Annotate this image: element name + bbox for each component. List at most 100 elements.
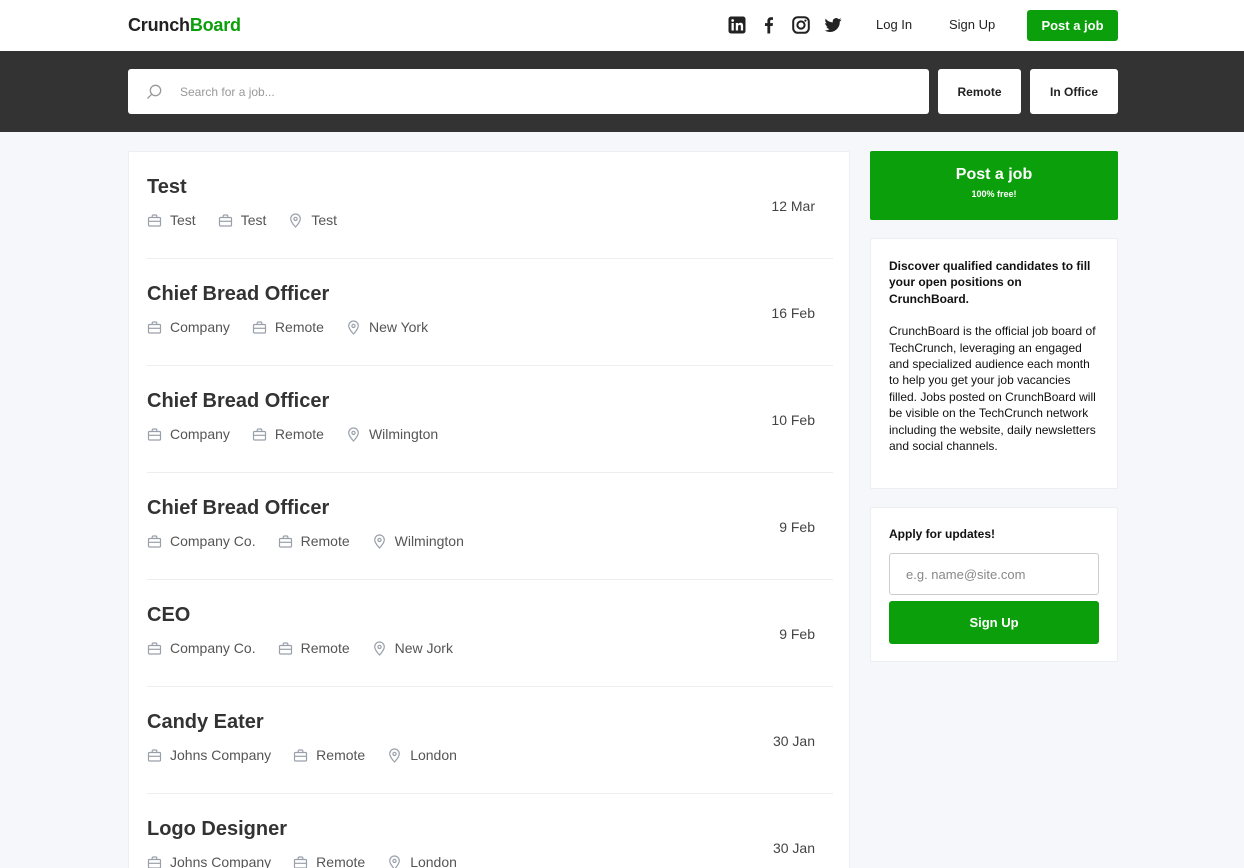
job-date: 9 Feb (779, 519, 815, 535)
job-company-label: Company Co. (170, 640, 256, 656)
location-pin-icon (387, 747, 410, 763)
job-row[interactable]: Chief Bread Officer Company Remote Wilmingt… (147, 366, 833, 473)
twitter-icon[interactable] (824, 16, 842, 34)
job-location: New Jork (372, 640, 453, 656)
job-location-label: Wilmington (368, 426, 439, 442)
job-row[interactable]: Logo Designer Johns Company Remote London 30… (147, 794, 833, 868)
job-company-label: Johns Company (170, 854, 272, 868)
job-company: Company Co. (147, 640, 256, 656)
search-bar: Remote In Office (0, 51, 1244, 132)
updates-title: Apply for updates! (889, 527, 996, 541)
briefcase-icon (293, 855, 316, 868)
job-meta: Company Remote Wilmington (147, 426, 460, 442)
job-row[interactable]: CEO Company Co. Remote New Jork 9 Feb (147, 580, 833, 687)
job-meta: Company Co. Remote New Jork (147, 640, 475, 656)
job-location: New York (346, 319, 428, 335)
briefcase-icon (147, 534, 170, 549)
job-type-label: Remote (300, 533, 350, 549)
job-row[interactable]: Candy Eater Johns Company Remote London 30 J… (147, 687, 833, 794)
post-job-button[interactable]: Post a job (1027, 10, 1118, 41)
job-type-label: Remote (316, 747, 366, 763)
job-location-label: London (410, 854, 457, 868)
post-job-subtitle: 100% free! (971, 189, 1017, 199)
job-location: Wilmington (346, 426, 438, 442)
job-location: Wilmington (372, 533, 464, 549)
location-pin-icon (387, 854, 410, 868)
info-card: Discover qualified candidates to fill yo… (870, 238, 1118, 489)
job-title[interactable]: Logo Designer (147, 818, 287, 841)
instagram-icon[interactable] (792, 16, 810, 34)
briefcase-icon (147, 320, 170, 335)
email-field[interactable] (889, 553, 1099, 595)
post-job-title: Post a job (955, 166, 1033, 183)
logo-text-crunch: Crunch (128, 15, 190, 35)
location-pin-icon (346, 319, 369, 335)
top-nav: CrunchBoard Log In Sign Up Post a job (0, 0, 1244, 51)
crunchboard-logo[interactable]: CrunchBoard (128, 15, 241, 36)
job-date: 12 Mar (771, 198, 815, 214)
job-location-label: New Jork (394, 640, 453, 656)
job-type: Remote (252, 426, 324, 442)
job-type: Test (218, 212, 267, 228)
job-title[interactable]: CEO (147, 604, 190, 627)
signup-link[interactable]: Sign Up (949, 17, 995, 32)
search-box (128, 69, 929, 114)
job-meta: Johns Company Remote London (147, 854, 479, 868)
job-type-label: Remote (300, 640, 350, 656)
location-pin-icon (372, 533, 395, 549)
job-row[interactable]: Test Test Test Test 12 Mar (147, 152, 833, 259)
job-title[interactable]: Chief Bread Officer (147, 497, 329, 520)
briefcase-icon (278, 641, 301, 656)
briefcase-icon (147, 427, 170, 442)
job-type: Remote (252, 319, 324, 335)
job-company-label: Company (170, 426, 230, 442)
job-type-label: Test (240, 212, 267, 228)
filter-remote-button[interactable]: Remote (938, 69, 1021, 114)
job-type-label: Remote (316, 854, 366, 868)
job-meta: Company Remote New York (147, 319, 450, 335)
location-pin-icon (372, 640, 395, 656)
job-company: Company (147, 426, 230, 442)
job-type: Remote (293, 747, 365, 763)
filter-in-office-button[interactable]: In Office (1030, 69, 1118, 114)
briefcase-icon (147, 855, 170, 868)
job-date: 30 Jan (772, 840, 815, 856)
job-type: Remote (278, 640, 350, 656)
briefcase-icon (218, 213, 241, 228)
job-type-label: Remote (274, 319, 324, 335)
info-body: CrunchBoard is the official job board of… (889, 324, 1096, 454)
post-job-card-button[interactable]: Post a job 100% free! (870, 151, 1118, 220)
linkedin-icon[interactable] (728, 16, 746, 34)
job-company: Test (147, 212, 196, 228)
job-company-label: Company Co. (170, 533, 256, 549)
location-pin-icon (288, 212, 311, 228)
job-type: Remote (278, 533, 350, 549)
job-company-label: Company (170, 319, 230, 335)
briefcase-icon (278, 534, 301, 549)
job-title[interactable]: Chief Bread Officer (147, 390, 329, 413)
job-location: London (387, 747, 457, 763)
updates-signup-button[interactable]: Sign Up (889, 601, 1099, 644)
job-row[interactable]: Chief Bread Officer Company Remote New York… (147, 259, 833, 366)
info-headline: Discover qualified candidates to fill yo… (889, 259, 1091, 306)
job-location: Test (288, 212, 337, 228)
job-location-label: New York (368, 319, 429, 335)
briefcase-icon (293, 748, 316, 763)
job-date: 30 Jan (772, 733, 815, 749)
logo-text-board: Board (189, 15, 241, 35)
job-company: Company (147, 319, 230, 335)
facebook-icon[interactable] (760, 16, 778, 34)
job-title[interactable]: Chief Bread Officer (147, 283, 329, 306)
job-type: Remote (293, 854, 365, 868)
job-title[interactable]: Test (147, 176, 187, 199)
job-company-label: Test (170, 212, 196, 228)
job-row[interactable]: Chief Bread Officer Company Co. Remote Wilm… (147, 473, 833, 580)
location-pin-icon (346, 426, 369, 442)
search-input[interactable] (180, 69, 910, 114)
briefcase-icon (252, 320, 275, 335)
job-date: 10 Feb (771, 412, 815, 428)
login-link[interactable]: Log In (876, 17, 912, 32)
job-title[interactable]: Candy Eater (147, 711, 264, 734)
job-list: Test Test Test Test 12 Mar Chief Bread Office… (128, 151, 850, 868)
briefcase-icon (252, 427, 275, 442)
